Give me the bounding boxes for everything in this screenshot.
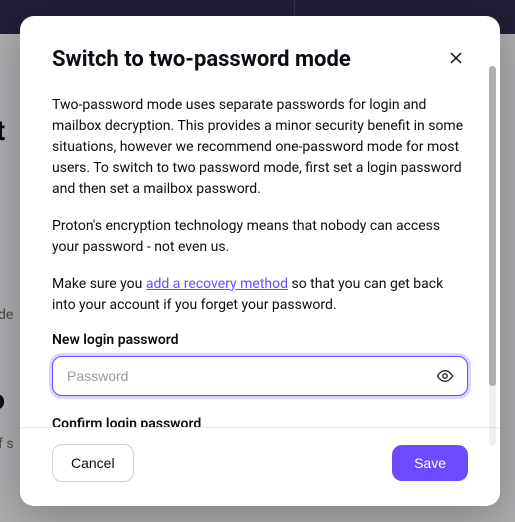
- save-button[interactable]: Save: [392, 445, 468, 481]
- modal-header: Switch to two-password mode: [52, 46, 468, 75]
- close-button[interactable]: [444, 46, 468, 70]
- close-icon: [448, 50, 464, 66]
- modal-description-3: Make sure you add a recovery method so t…: [52, 274, 468, 316]
- new-password-wrapper: [52, 356, 468, 396]
- recovery-text-prefix: Make sure you: [52, 276, 146, 292]
- scrollbar-track[interactable]: [489, 66, 496, 446]
- two-password-modal: Switch to two-password mode Two-password…: [20, 16, 500, 506]
- modal-body: Switch to two-password mode Two-password…: [20, 16, 500, 427]
- modal-title: Switch to two-password mode: [52, 46, 351, 75]
- modal-description-1: Two-password mode uses separate password…: [52, 95, 468, 200]
- eye-icon: [436, 367, 454, 385]
- modal-description-2: Proton's encryption technology means tha…: [52, 216, 468, 258]
- modal-footer: Cancel Save: [20, 427, 500, 506]
- confirm-password-label: Confirm login password: [52, 416, 468, 427]
- reveal-password-button[interactable]: [430, 361, 460, 391]
- add-recovery-link[interactable]: add a recovery method: [146, 276, 288, 292]
- new-password-input[interactable]: [52, 356, 468, 396]
- new-password-label: New login password: [52, 332, 468, 348]
- cancel-button[interactable]: Cancel: [52, 444, 134, 482]
- scrollbar-thumb[interactable]: [489, 66, 496, 386]
